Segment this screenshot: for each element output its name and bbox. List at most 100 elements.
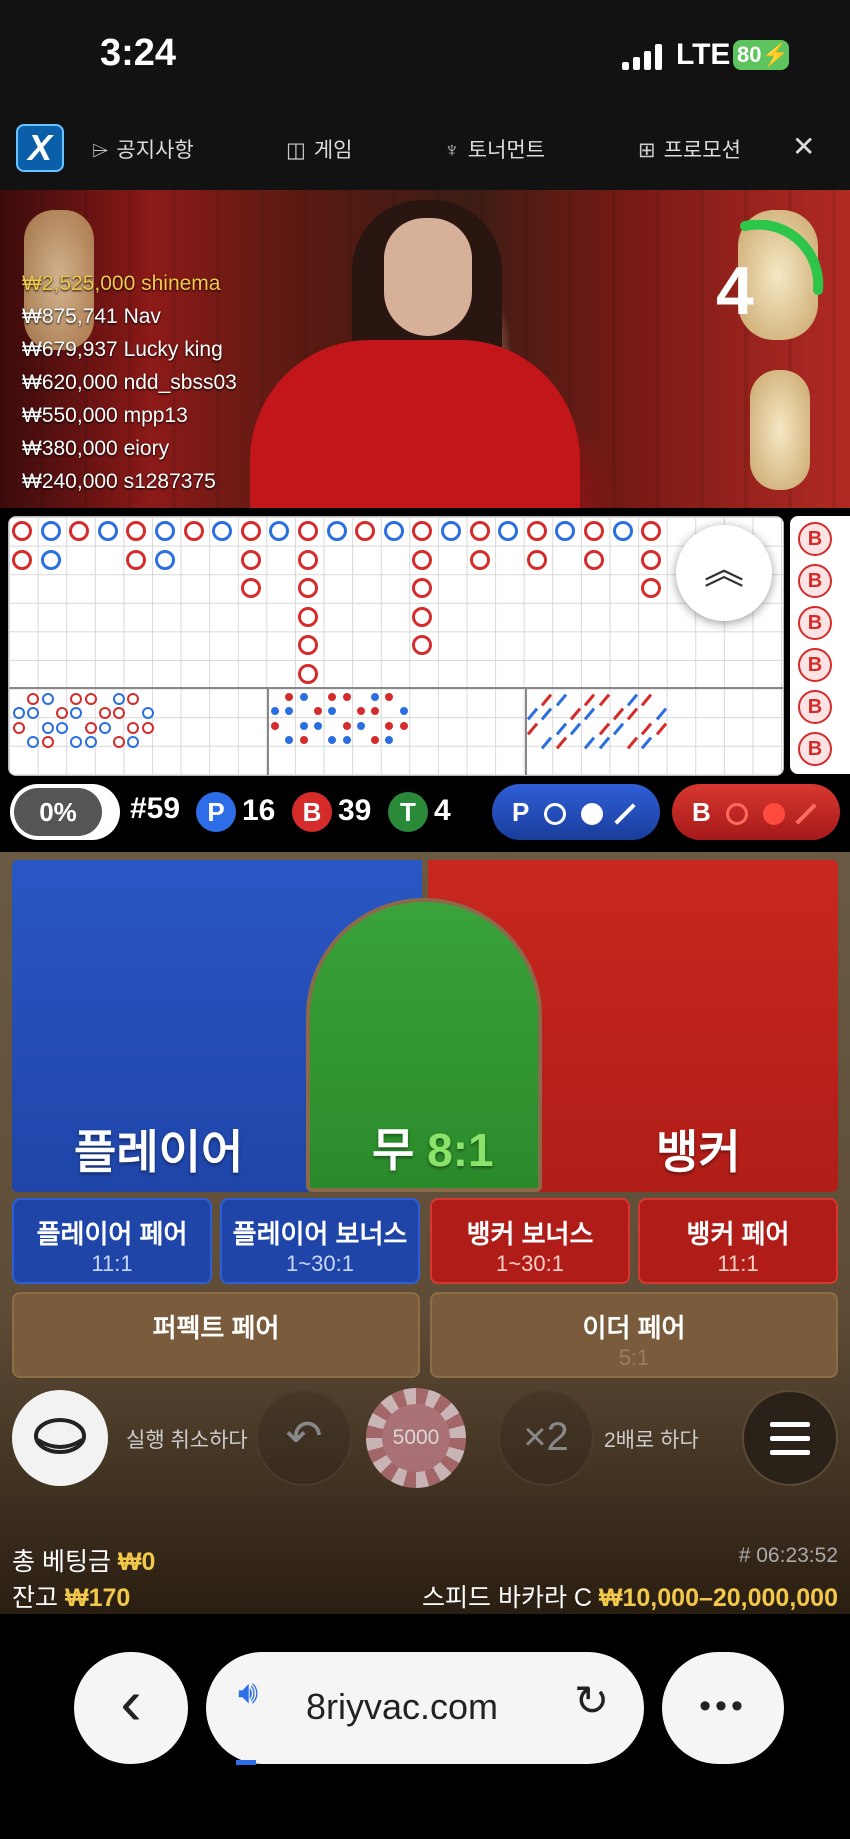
road-player-mark — [383, 521, 404, 541]
top-nav: X ⌲ 공지사항 ◫ 게임 ♆ 토너먼트 ⊞ 프로모션 ✕ — [0, 112, 850, 191]
undo-icon: ↶ — [285, 1412, 323, 1461]
banker-bonus-button[interactable]: 뱅커 보너스 1~30:1 — [430, 1198, 630, 1284]
either-pair-button[interactable]: 이더 페어 5:1 — [430, 1292, 838, 1378]
derived-road-mark — [526, 722, 539, 735]
nav-item-promotion[interactable]: ⊞ 프로모션 — [638, 134, 741, 164]
player-bet-label: 플레이어 — [74, 1126, 244, 1178]
road-banker-mark — [240, 549, 261, 570]
bead-banker: B — [798, 606, 832, 640]
derived-road-mark — [271, 721, 279, 730]
banker-count: B 39 — [292, 792, 371, 832]
derived-road-mark — [526, 707, 539, 721]
derived-road-mark — [27, 693, 40, 705]
derived-road-mark — [285, 693, 294, 701]
more-button[interactable]: ••• — [662, 1652, 784, 1764]
bead-banker: B — [798, 564, 832, 598]
page-load-progress — [236, 1760, 256, 1765]
winner-row: ₩550,000 mpp13 — [22, 404, 188, 427]
derived-road-mark — [541, 693, 553, 707]
player-pair-button[interactable]: 플레이어 페어 11:1 — [12, 1198, 212, 1284]
derived-road-mark — [385, 721, 394, 730]
derived-road-mark — [555, 736, 567, 750]
derived-road-mark — [41, 721, 54, 734]
derived-road-mark — [399, 707, 408, 716]
road-player-mark — [555, 521, 576, 541]
derived-road-mark — [141, 707, 154, 720]
road-divider — [9, 687, 783, 689]
nav-item-notice[interactable]: ⌲ 공지사항 — [92, 134, 194, 164]
derived-road-mark — [41, 735, 54, 748]
percent-toggle[interactable]: 0% — [10, 784, 120, 840]
derived-road-mark — [371, 735, 380, 744]
derived-road-mark — [98, 721, 111, 734]
perfect-pair-button[interactable]: 퍼펙트 페어 — [12, 1292, 420, 1378]
app-logo[interactable]: X — [16, 124, 64, 172]
road-banker-mark — [469, 521, 490, 541]
derived-road-mark — [299, 693, 308, 701]
road-player-mark — [155, 521, 175, 541]
derived-road-mark — [399, 721, 408, 730]
player-bonus-odds: 1~30:1 — [286, 1251, 354, 1276]
chip-selector[interactable]: 5000 — [366, 1388, 466, 1488]
dealer-body — [250, 340, 580, 508]
banker-predict-button[interactable]: B — [672, 784, 840, 840]
derived-road-mark — [626, 693, 639, 707]
road-player-mark — [212, 521, 233, 541]
derived-road-mark — [113, 693, 126, 705]
player-predict-button[interactable]: P — [492, 784, 660, 840]
menu-button[interactable] — [742, 1390, 838, 1486]
total-bet-value: ₩0 — [117, 1548, 156, 1576]
derived-road-mark — [655, 722, 667, 735]
road-banker-mark — [584, 549, 604, 570]
derived-road-mark — [313, 721, 322, 730]
back-button[interactable]: ‹ — [74, 1652, 188, 1764]
nav-item-label: 게임 — [313, 139, 353, 162]
url-text: 8riyvac.com — [306, 1686, 499, 1727]
bead-banker: B — [798, 690, 832, 724]
double-label: 2배로 하다 — [604, 1429, 699, 1452]
countdown-number: 4 — [716, 253, 754, 329]
live-video: ₩2,525,000 shinema ₩875,741 Nav ₩679,937… — [0, 190, 850, 508]
derived-road-mark — [626, 707, 639, 721]
close-icon[interactable]: ✕ — [792, 130, 815, 163]
status-time: 3:24 — [100, 32, 177, 74]
dealer-face — [384, 218, 472, 336]
url-bar[interactable]: 🔊︎ 8riyvac.com ↻ — [206, 1652, 644, 1764]
derived-road-mark — [84, 693, 97, 705]
undo-button[interactable]: ↶ — [256, 1390, 352, 1486]
banker-bonus-odds: 1~30:1 — [496, 1251, 564, 1276]
derived-road-mark — [70, 735, 83, 748]
player-bonus-button[interactable]: 플레이어 보너스 1~30:1 — [220, 1198, 420, 1284]
nav-item-label: 공지사항 — [116, 139, 194, 162]
road-banker-mark — [469, 549, 490, 570]
road-player-mark — [612, 521, 633, 541]
nav-item-games[interactable]: ◫ 게임 — [286, 134, 352, 164]
chat-button[interactable] — [12, 1390, 108, 1486]
road-banker-mark — [412, 635, 433, 656]
road-banker-mark — [183, 521, 204, 541]
menu-icon — [770, 1422, 810, 1455]
tie-count: T4 — [388, 792, 451, 832]
megaphone-icon: ⌲ — [92, 139, 109, 162]
derived-road-mark — [141, 721, 154, 734]
derived-road-mark — [299, 735, 308, 744]
double-button[interactable]: ×2 — [498, 1390, 594, 1486]
derived-road-mark — [612, 722, 624, 735]
road-player-mark — [155, 549, 175, 570]
tie-badge: T — [388, 792, 428, 832]
either-pair-odds: 5:1 — [618, 1345, 650, 1370]
derived-road-mark — [655, 707, 667, 721]
road-banker-mark — [526, 521, 547, 541]
reload-icon[interactable]: ↻ — [574, 1676, 609, 1725]
derived-road-mark — [371, 693, 380, 701]
road-player-mark — [441, 521, 461, 541]
tie-bet-zone[interactable]: 무 8:1 — [306, 898, 542, 1192]
banker-pair-button[interactable]: 뱅커 페어 11:1 — [638, 1198, 838, 1284]
nav-item-tournament[interactable]: ♆ 토너먼트 — [444, 134, 545, 164]
expand-road-button[interactable]: ︽ — [676, 525, 772, 621]
derived-road-mark — [271, 707, 279, 716]
gamepad-icon: ◫ — [286, 139, 306, 162]
nav-item-label: 프로모션 — [663, 139, 741, 162]
derived-road-mark — [569, 707, 582, 721]
road-banker-mark — [584, 521, 604, 541]
